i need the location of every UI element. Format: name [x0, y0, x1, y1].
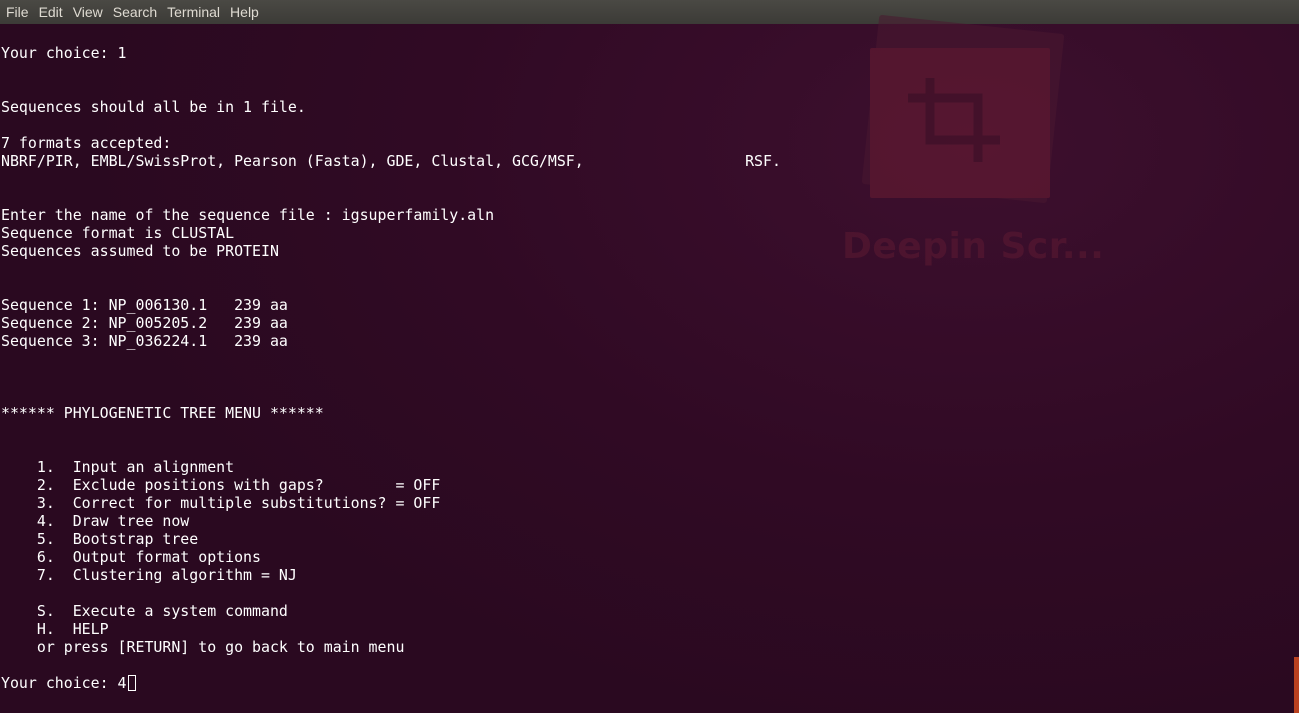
terminal-line: 6. Output format options — [1, 548, 261, 566]
menu-edit[interactable]: Edit — [34, 0, 68, 24]
terminal-line: Sequences assumed to be PROTEIN — [1, 242, 279, 260]
scrollbar-thumb[interactable] — [1294, 657, 1299, 713]
menu-view[interactable]: View — [68, 0, 108, 24]
terminal-line: Enter the name of the sequence file : ig… — [1, 206, 495, 224]
terminal-line: 4. Draw tree now — [1, 512, 190, 530]
terminal-window: File Edit View Search Terminal Help Deepin Sc… — [0, 0, 1299, 713]
crop-icon — [908, 78, 1000, 162]
menu-terminal[interactable]: Terminal — [162, 0, 225, 24]
terminal-line: 7 formats accepted: — [1, 134, 172, 152]
watermark-card-back — [861, 14, 1065, 204]
terminal-output[interactable]: Your choice: 1 Sequences should all be in… — [1, 44, 781, 692]
terminal-line: S. Execute a system command — [1, 602, 288, 620]
text-cursor — [127, 675, 136, 691]
terminal-line: Sequence 2: NP_005205.2 239 aa — [1, 314, 288, 332]
terminal-line: 1. Input an alignment — [1, 458, 235, 476]
menu-bar: File Edit View Search Terminal Help — [0, 0, 1299, 24]
menu-file[interactable]: File — [1, 0, 34, 24]
watermark-text: Deepin Scr... — [842, 226, 1105, 267]
terminal-line: Sequence 3: NP_036224.1 239 aa — [1, 332, 288, 350]
terminal-line: Sequence format is CLUSTAL — [1, 224, 235, 242]
terminal-line: H. HELP — [1, 620, 109, 638]
watermark-card-front — [870, 48, 1050, 198]
terminal-line: Your choice: 1 — [1, 44, 127, 62]
terminal-line: 7. Clustering algorithm = NJ — [1, 566, 297, 584]
menu-help[interactable]: Help — [225, 0, 264, 24]
terminal-line: ****** PHYLOGENETIC TREE MENU ****** — [1, 404, 324, 422]
terminal-line: Sequences should all be in 1 file. — [1, 98, 306, 116]
terminal-line: Sequence 1: NP_006130.1 239 aa — [1, 296, 288, 314]
terminal-line: 5. Bootstrap tree — [1, 530, 199, 548]
prompt-label: Your choice: — [1, 674, 118, 692]
prompt-line[interactable]: Your choice: 4 — [1, 674, 781, 692]
terminal-line: NBRF/PIR, EMBL/SwissProt, Pearson (Fasta… — [1, 152, 781, 170]
terminal-line: 2. Exclude positions with gaps? = OFF — [1, 476, 441, 494]
menu-search[interactable]: Search — [108, 0, 162, 24]
deepin-screenshot-watermark: Deepin Scr... — [840, 14, 1104, 280]
terminal-line: or press [RETURN] to go back to main men… — [1, 638, 405, 656]
terminal-line: 3. Correct for multiple substitutions? =… — [1, 494, 441, 512]
prompt-input-value[interactable]: 4 — [118, 674, 127, 692]
